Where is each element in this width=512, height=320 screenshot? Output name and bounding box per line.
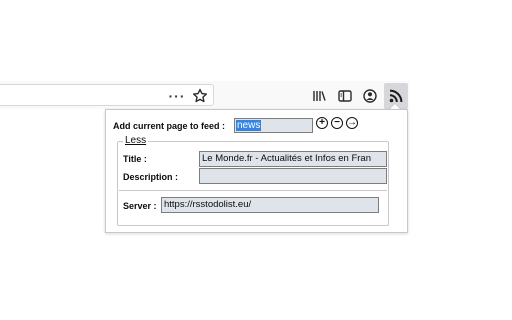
more-dots-icon[interactable]: ···	[168, 88, 186, 104]
account-icon[interactable]	[360, 86, 380, 106]
library-icon-graphic	[313, 91, 326, 101]
star-icon[interactable]	[190, 86, 210, 106]
sidebar-icon[interactable]	[335, 86, 355, 106]
server-label: Server :	[123, 201, 157, 211]
remove-feed-glyph: −	[334, 117, 340, 128]
library-icon[interactable]	[309, 86, 329, 106]
title-field[interactable]: Le Monde.fr - Actualités et Infos en Fra…	[199, 151, 387, 167]
star-icon-graphic	[193, 88, 207, 103]
title-label: Title :	[123, 154, 147, 164]
sidebar-icon-graphic	[338, 90, 352, 102]
go-feed-icon[interactable]: →	[346, 117, 358, 129]
rss-icon	[389, 89, 403, 103]
description-field[interactable]	[199, 168, 387, 184]
description-label: Description :	[123, 172, 179, 182]
account-icon-graphic	[363, 89, 377, 103]
feed-name-input[interactable]: news	[234, 118, 313, 133]
feed-name-value: news	[236, 120, 262, 131]
less-toggle[interactable]: Less	[123, 135, 149, 147]
add-to-feed-label: Add current page to feed :	[113, 121, 226, 131]
add-feed-glyph: +	[319, 117, 325, 128]
divider	[119, 190, 387, 191]
server-field[interactable]: https://rsstodolist.eu/	[161, 197, 379, 213]
remove-feed-icon[interactable]: −	[331, 117, 343, 129]
go-feed-glyph: →	[347, 117, 357, 128]
add-feed-icon[interactable]: +	[316, 117, 328, 129]
